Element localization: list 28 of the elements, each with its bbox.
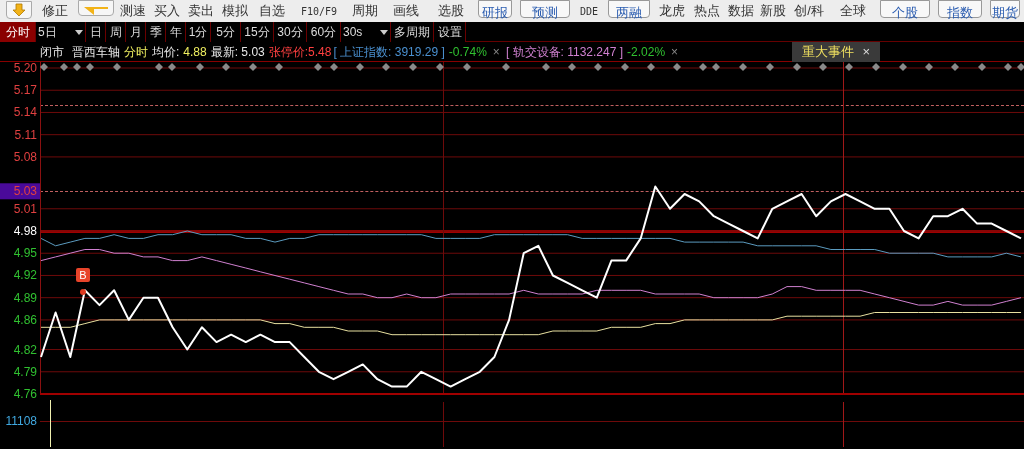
buy-badge: B [76, 268, 90, 282]
axis-label: 5.08 [13, 149, 37, 164]
axis-label: 4.95 [13, 246, 37, 261]
info-text: 晋西车轴 [72, 43, 120, 61]
info-text: 4.88 [183, 43, 207, 61]
sector-quote: [ 轨交设备: 1132.247 ] [505, 43, 624, 61]
change-percent: -2.02% [627, 43, 666, 61]
axis-label: 4.79 [13, 364, 37, 379]
axis-label: 5.14 [13, 105, 37, 120]
info-text: 分时 [124, 43, 148, 61]
axis-label: 4.86 [13, 312, 37, 327]
info-text: 最新: 5.03 [210, 43, 265, 61]
axis-label: 4.92 [13, 268, 37, 283]
axis-label: 4.82 [13, 342, 37, 357]
limit-price: 张停价:5.48 [268, 43, 332, 61]
change-percent: -0.74% [448, 43, 487, 61]
index-quote: [ 上证指数: 3919.29 ] [333, 43, 445, 61]
axis-label: 4.98 [13, 224, 37, 238]
axis-label: 5.20 [13, 62, 37, 75]
axis-label: 5.01 [13, 201, 37, 216]
info-text: 闭市 [40, 43, 64, 61]
info-text: 均价: [152, 43, 180, 61]
price-marker: 5.03 [0, 183, 40, 200]
axis-label: 11108 [5, 414, 37, 428]
axis-label: 4.76 [13, 387, 37, 400]
axis-label: 5.11 [14, 127, 37, 142]
axis-label: 4.89 [13, 290, 37, 305]
axis-label: 5.17 [13, 83, 37, 98]
